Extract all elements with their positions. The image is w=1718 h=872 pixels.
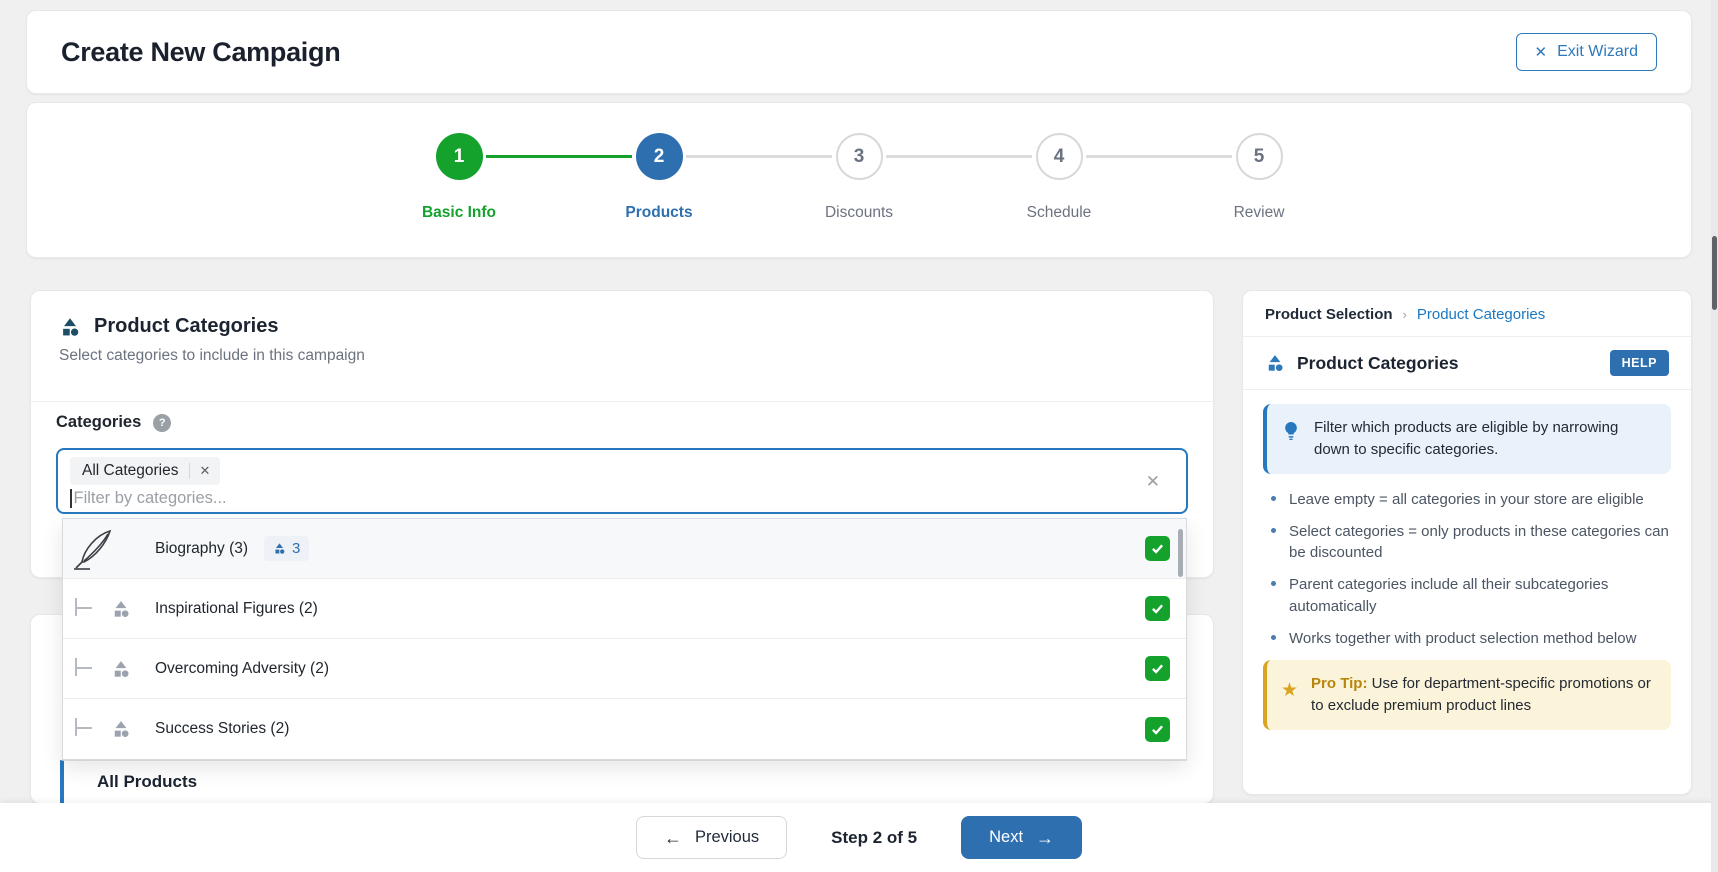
option-label: Success Stories (2)	[155, 720, 289, 738]
category-icon	[111, 719, 131, 739]
category-option-success-stories[interactable]: Success Stories (2)	[63, 699, 1186, 759]
category-option-biography[interactable]: Biography (3) 3	[63, 519, 1186, 579]
help-bullet-list: Leave empty = all categories in your sto…	[1271, 489, 1671, 650]
lightbulb-icon	[1281, 420, 1301, 444]
pro-tip-text: Pro Tip: Use for department-specific pro…	[1311, 673, 1657, 717]
checkbox-checked[interactable]	[1145, 717, 1170, 742]
pro-tip-callout: ★ Pro Tip: Use for department-specific p…	[1263, 660, 1671, 730]
step-label: Review	[1159, 204, 1359, 222]
exit-wizard-button[interactable]: ✕ Exit Wizard	[1516, 33, 1657, 71]
chip-label: All Categories	[82, 462, 179, 480]
subcategory-count-badge: 3	[264, 536, 309, 561]
close-icon: ✕	[1535, 43, 1548, 61]
arrow-right-icon: →	[1036, 829, 1054, 847]
tree-branch-icon	[75, 718, 93, 736]
sidebar-title: Product Categories	[1297, 353, 1598, 374]
breadcrumb: Product Selection › Product Categories	[1243, 291, 1691, 337]
next-label: Next	[989, 828, 1023, 847]
page-scrollbar[interactable]	[1711, 0, 1718, 872]
next-button[interactable]: Next →	[961, 816, 1082, 859]
help-bullet: Select categories = only products in the…	[1271, 521, 1671, 564]
arrow-left-icon: ←	[664, 829, 682, 847]
checkbox-checked[interactable]	[1145, 536, 1170, 561]
category-option-inspirational-figures[interactable]: Inspirational Figures (2)	[63, 579, 1186, 639]
clear-selection-icon[interactable]: ✕	[1146, 472, 1160, 492]
step-products[interactable]: 2 Products	[559, 133, 759, 257]
badge-count: 3	[292, 540, 300, 557]
step-review[interactable]: 5 Review	[1159, 133, 1359, 257]
previous-label: Previous	[695, 828, 759, 847]
info-text: Filter which products are eligible by na…	[1314, 417, 1657, 461]
category-icon	[111, 599, 131, 619]
step-circle: 5	[1236, 133, 1283, 180]
step-circle: 2	[636, 133, 683, 180]
step-indicator-bar: 1 Basic Info 2 Products 3 Discounts 4 Sc…	[26, 102, 1692, 258]
pro-tip-label: Pro Tip:	[1311, 675, 1367, 692]
step-circle: 3	[836, 133, 883, 180]
category-filter-input[interactable]	[74, 489, 574, 508]
wizard-header: Create New Campaign ✕ Exit Wizard	[26, 10, 1692, 94]
page-scrollbar-thumb[interactable]	[1712, 236, 1717, 310]
help-tooltip-icon[interactable]: ?	[153, 414, 171, 432]
info-callout: Filter which products are eligible by na…	[1263, 404, 1671, 474]
option-label: Biography (3)	[155, 540, 248, 558]
star-icon: ★	[1281, 677, 1298, 717]
section-title: Product Categories	[94, 315, 278, 338]
divider	[31, 401, 1213, 402]
previous-button[interactable]: ← Previous	[636, 816, 787, 859]
all-products-label: All Products	[97, 772, 197, 792]
category-dropdown: Biography (3) 3 Inspirational Figures (2…	[62, 518, 1187, 760]
feather-icon	[71, 525, 115, 573]
step-label: Schedule	[959, 204, 1159, 222]
option-label: Overcoming Adversity (2)	[155, 660, 329, 678]
dropdown-scrollbar-thumb[interactable]	[1178, 529, 1183, 577]
step-label: Products	[559, 204, 759, 222]
breadcrumb-parent: Product Selection	[1265, 306, 1393, 323]
step-label: Discounts	[759, 204, 959, 222]
category-icon	[1265, 353, 1285, 373]
category-icon	[273, 542, 286, 555]
tree-branch-icon	[75, 658, 93, 676]
help-bullet: Works together with product selection me…	[1271, 628, 1671, 649]
exit-wizard-label: Exit Wizard	[1557, 43, 1638, 61]
chevron-right-icon: ›	[1403, 307, 1407, 322]
text-cursor	[70, 489, 72, 508]
step-basic-info[interactable]: 1 Basic Info	[359, 133, 559, 257]
help-bullet: Leave empty = all categories in your sto…	[1271, 489, 1671, 510]
remove-chip-icon[interactable]: ✕	[189, 463, 221, 479]
step-schedule[interactable]: 4 Schedule	[959, 133, 1159, 257]
checkmark-icon	[1149, 660, 1166, 677]
help-sidebar: Product Selection › Product Categories P…	[1242, 290, 1692, 795]
step-discounts[interactable]: 3 Discounts	[759, 133, 959, 257]
section-subtitle: Select categories to include in this cam…	[59, 347, 1185, 365]
checkmark-icon	[1149, 721, 1166, 738]
wizard-footer: ← Previous Step 2 of 5 Next →	[0, 803, 1718, 872]
page-title: Create New Campaign	[61, 37, 340, 68]
categories-field-label: Categories	[56, 413, 141, 432]
checkbox-checked[interactable]	[1145, 656, 1170, 681]
breadcrumb-current-link[interactable]: Product Categories	[1417, 306, 1545, 323]
option-label: Inspirational Figures (2)	[155, 600, 318, 618]
checkmark-icon	[1149, 540, 1166, 557]
selected-category-chip: All Categories ✕	[70, 457, 220, 485]
step-label: Basic Info	[359, 204, 559, 222]
categories-multiselect[interactable]: All Categories ✕ ✕	[56, 448, 1188, 514]
step-progress-text: Step 2 of 5	[831, 828, 917, 848]
step-circle: 1	[436, 133, 483, 180]
tree-branch-icon	[75, 598, 93, 616]
checkmark-icon	[1149, 600, 1166, 617]
checkbox-checked[interactable]	[1145, 596, 1170, 621]
all-products-option[interactable]: All Products	[60, 760, 1187, 803]
category-option-overcoming-adversity[interactable]: Overcoming Adversity (2)	[63, 639, 1186, 699]
help-badge[interactable]: HELP	[1610, 350, 1669, 376]
step-circle: 4	[1036, 133, 1083, 180]
category-icon	[111, 659, 131, 679]
help-bullet: Parent categories include all their subc…	[1271, 574, 1671, 617]
category-icon	[59, 316, 81, 338]
